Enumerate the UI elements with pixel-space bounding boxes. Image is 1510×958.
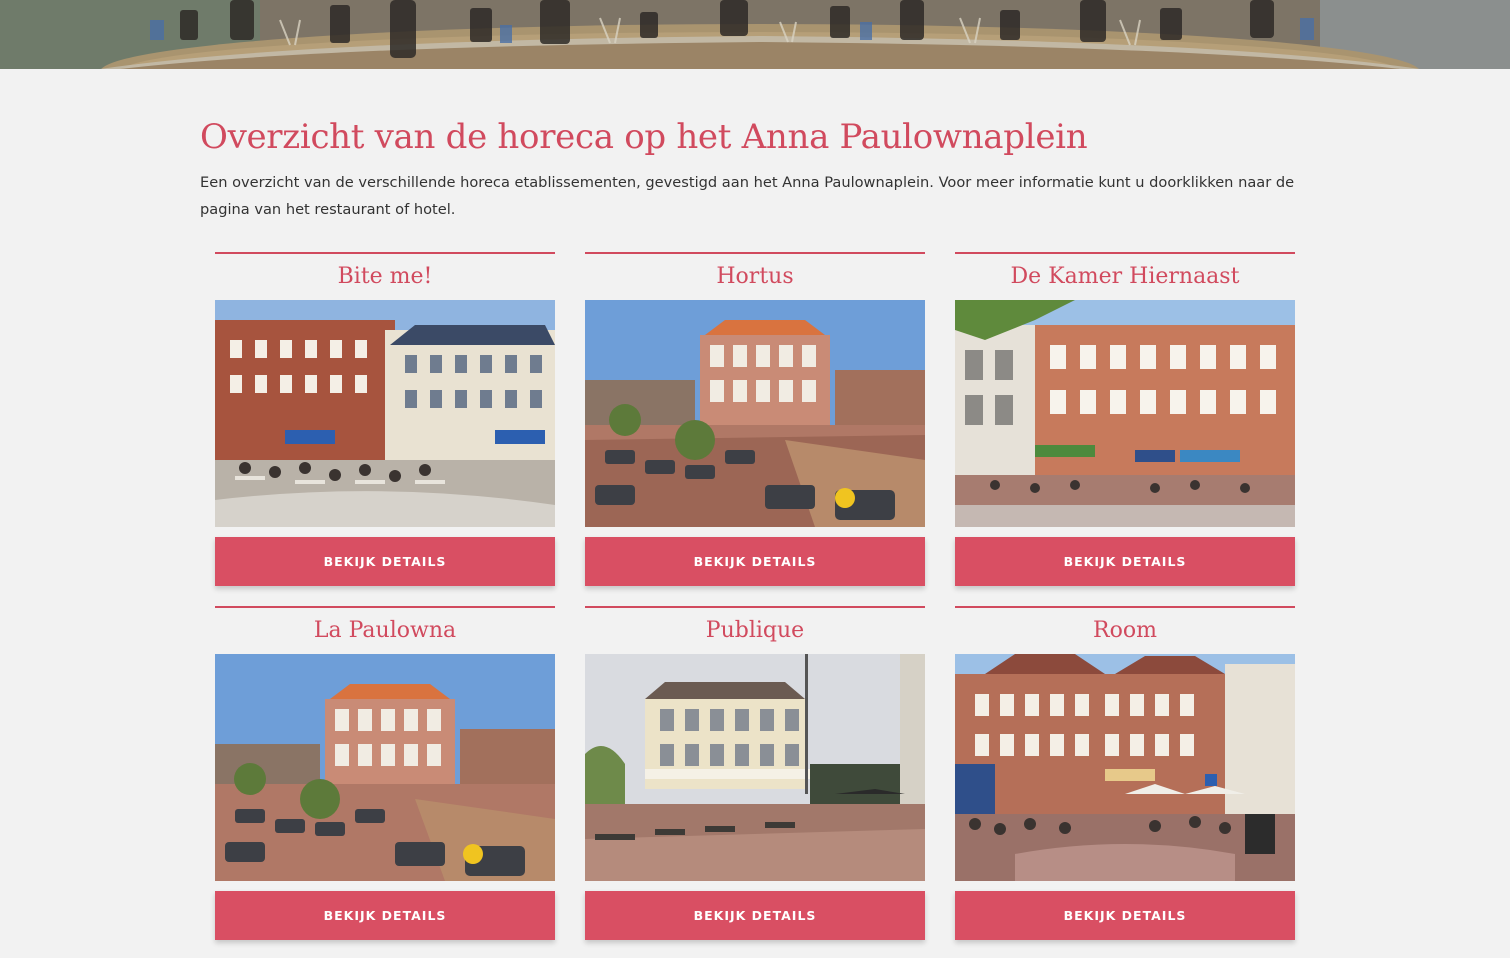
venue-photo[interactable] [215,300,555,527]
venue-card: La Paulowna BEKIJK DETAILS [215,606,555,940]
venue-title[interactable]: De Kamer Hiernaast [955,254,1295,300]
hero-banner [0,0,1510,69]
main-content: Overzicht van de horeca op het Anna Paul… [0,69,1510,958]
venue-title[interactable]: Hortus [585,254,925,300]
venue-card: Room BEKIJK DETAILS [955,606,1295,940]
venue-card: Hortus BEKIJK DETAILS [585,252,925,586]
venue-card: Bite me! BEKIJK DETAILS [215,252,555,586]
venue-photo[interactable] [585,300,925,527]
venue-photo[interactable] [215,654,555,881]
details-button[interactable]: BEKIJK DETAILS [955,891,1295,940]
venue-card: Publique BEKIJK DETAILS [585,606,925,940]
page-title: Overzicht van de horeca op het Anna Paul… [200,117,1088,157]
venue-photo[interactable] [585,654,925,881]
details-button[interactable]: BEKIJK DETAILS [955,537,1295,586]
details-button[interactable]: BEKIJK DETAILS [585,891,925,940]
venue-title[interactable]: La Paulowna [215,608,555,654]
venue-title[interactable]: Room [955,608,1295,654]
venue-card: De Kamer Hiernaast BEKIJK DETAILS [955,252,1295,586]
venue-title[interactable]: Bite me! [215,254,555,300]
details-button[interactable]: BEKIJK DETAILS [585,537,925,586]
venue-photo[interactable] [955,654,1295,881]
details-button[interactable]: BEKIJK DETAILS [215,891,555,940]
hero-terrace-photo [0,0,1510,69]
page-intro: Een overzicht van de verschillende horec… [200,174,1295,218]
venue-title[interactable]: Publique [585,608,925,654]
venue-photo[interactable] [955,300,1295,527]
venue-grid: Bite me! BEKIJK DETAILS Hortus BEKIJK DE… [215,252,1295,940]
details-button[interactable]: BEKIJK DETAILS [215,537,555,586]
